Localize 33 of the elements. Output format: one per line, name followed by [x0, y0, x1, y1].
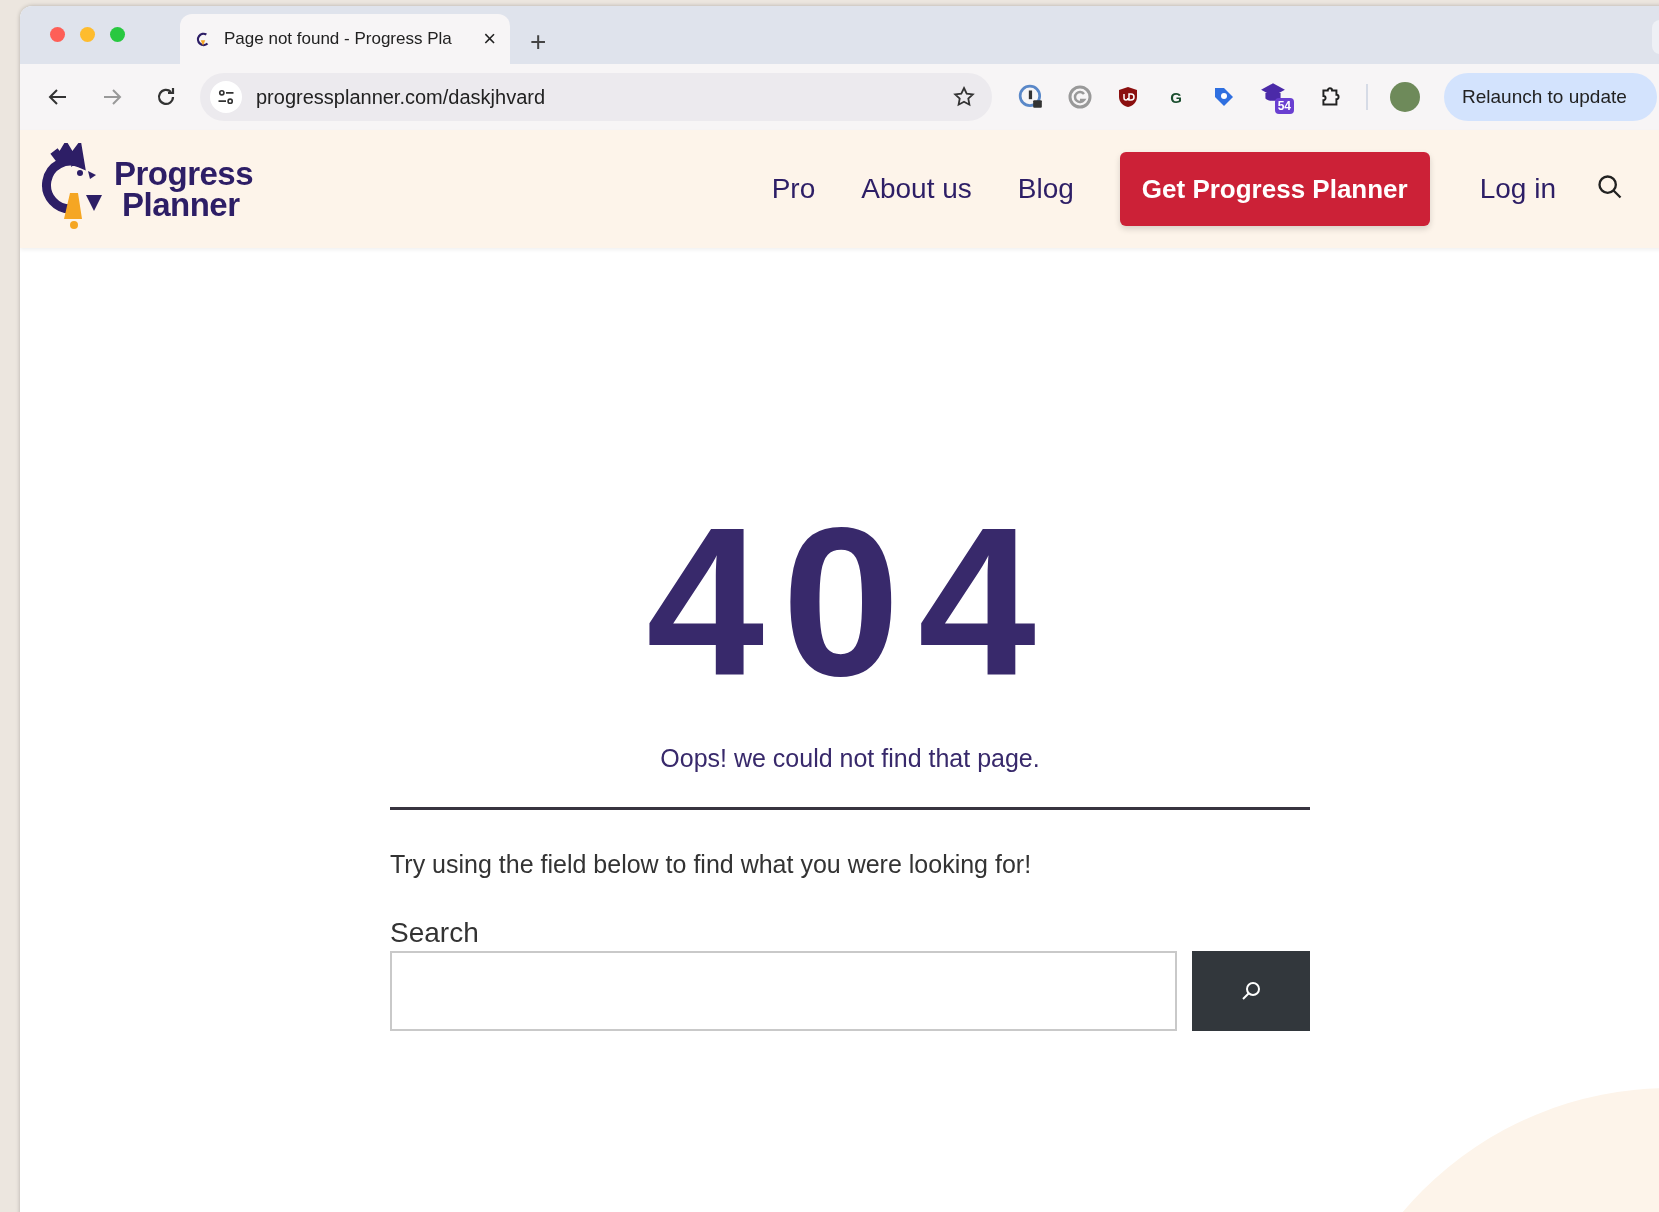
error-code-heading: 404	[646, 496, 1054, 708]
close-window-dot[interactable]	[50, 27, 65, 42]
star-icon[interactable]	[952, 85, 976, 109]
new-tab-button[interactable]: +	[524, 26, 553, 58]
hint-text: Try using the field below to find what you were looking for!	[390, 850, 1033, 879]
relaunch-button[interactable]: Relaunch to update	[1444, 73, 1657, 121]
url-text: progressplanner.com/daskjhvard	[256, 85, 547, 109]
lock-circle-icon[interactable]	[1018, 84, 1044, 110]
tag-icon[interactable]	[1212, 85, 1236, 109]
address-bar[interactable]: progressplanner.com/daskjhvard	[200, 73, 992, 121]
profile-avatar[interactable]	[1390, 82, 1420, 112]
nav-link[interactable]: About us	[861, 173, 972, 205]
extension-button[interactable]: G	[1164, 88, 1188, 106]
search-field[interactable]	[390, 951, 1177, 1031]
count-badge: 54	[1274, 98, 1294, 114]
extension-button[interactable]: 54	[1260, 80, 1294, 114]
minimize-window-dot[interactable]	[80, 27, 95, 42]
logo-text[interactable]: Progress Planner	[114, 158, 254, 220]
shield-icon[interactable]	[1116, 85, 1140, 109]
site-settings-button[interactable]	[210, 81, 242, 113]
login-link[interactable]: Log in	[1479, 173, 1556, 205]
circle-g-icon[interactable]	[1068, 85, 1092, 109]
get-planner-button[interactable]: Get Progress Planner	[1119, 152, 1430, 226]
error-message: Oops! we could not find that page.	[660, 744, 1040, 773]
sliders-icon	[216, 87, 236, 107]
nav-link[interactable]: Pro	[771, 173, 816, 205]
browser-tab[interactable]: Page not found - Progress Pla ×	[180, 14, 510, 64]
search-label: Search	[390, 917, 480, 949]
close-tab-button[interactable]: ×	[483, 26, 496, 52]
nav-link[interactable]: Blog	[1017, 173, 1074, 205]
tab-title: Page not found - Progress Pla	[224, 29, 453, 49]
zoom-window-dot[interactable]	[110, 27, 125, 42]
search-icon[interactable]	[1596, 173, 1624, 201]
